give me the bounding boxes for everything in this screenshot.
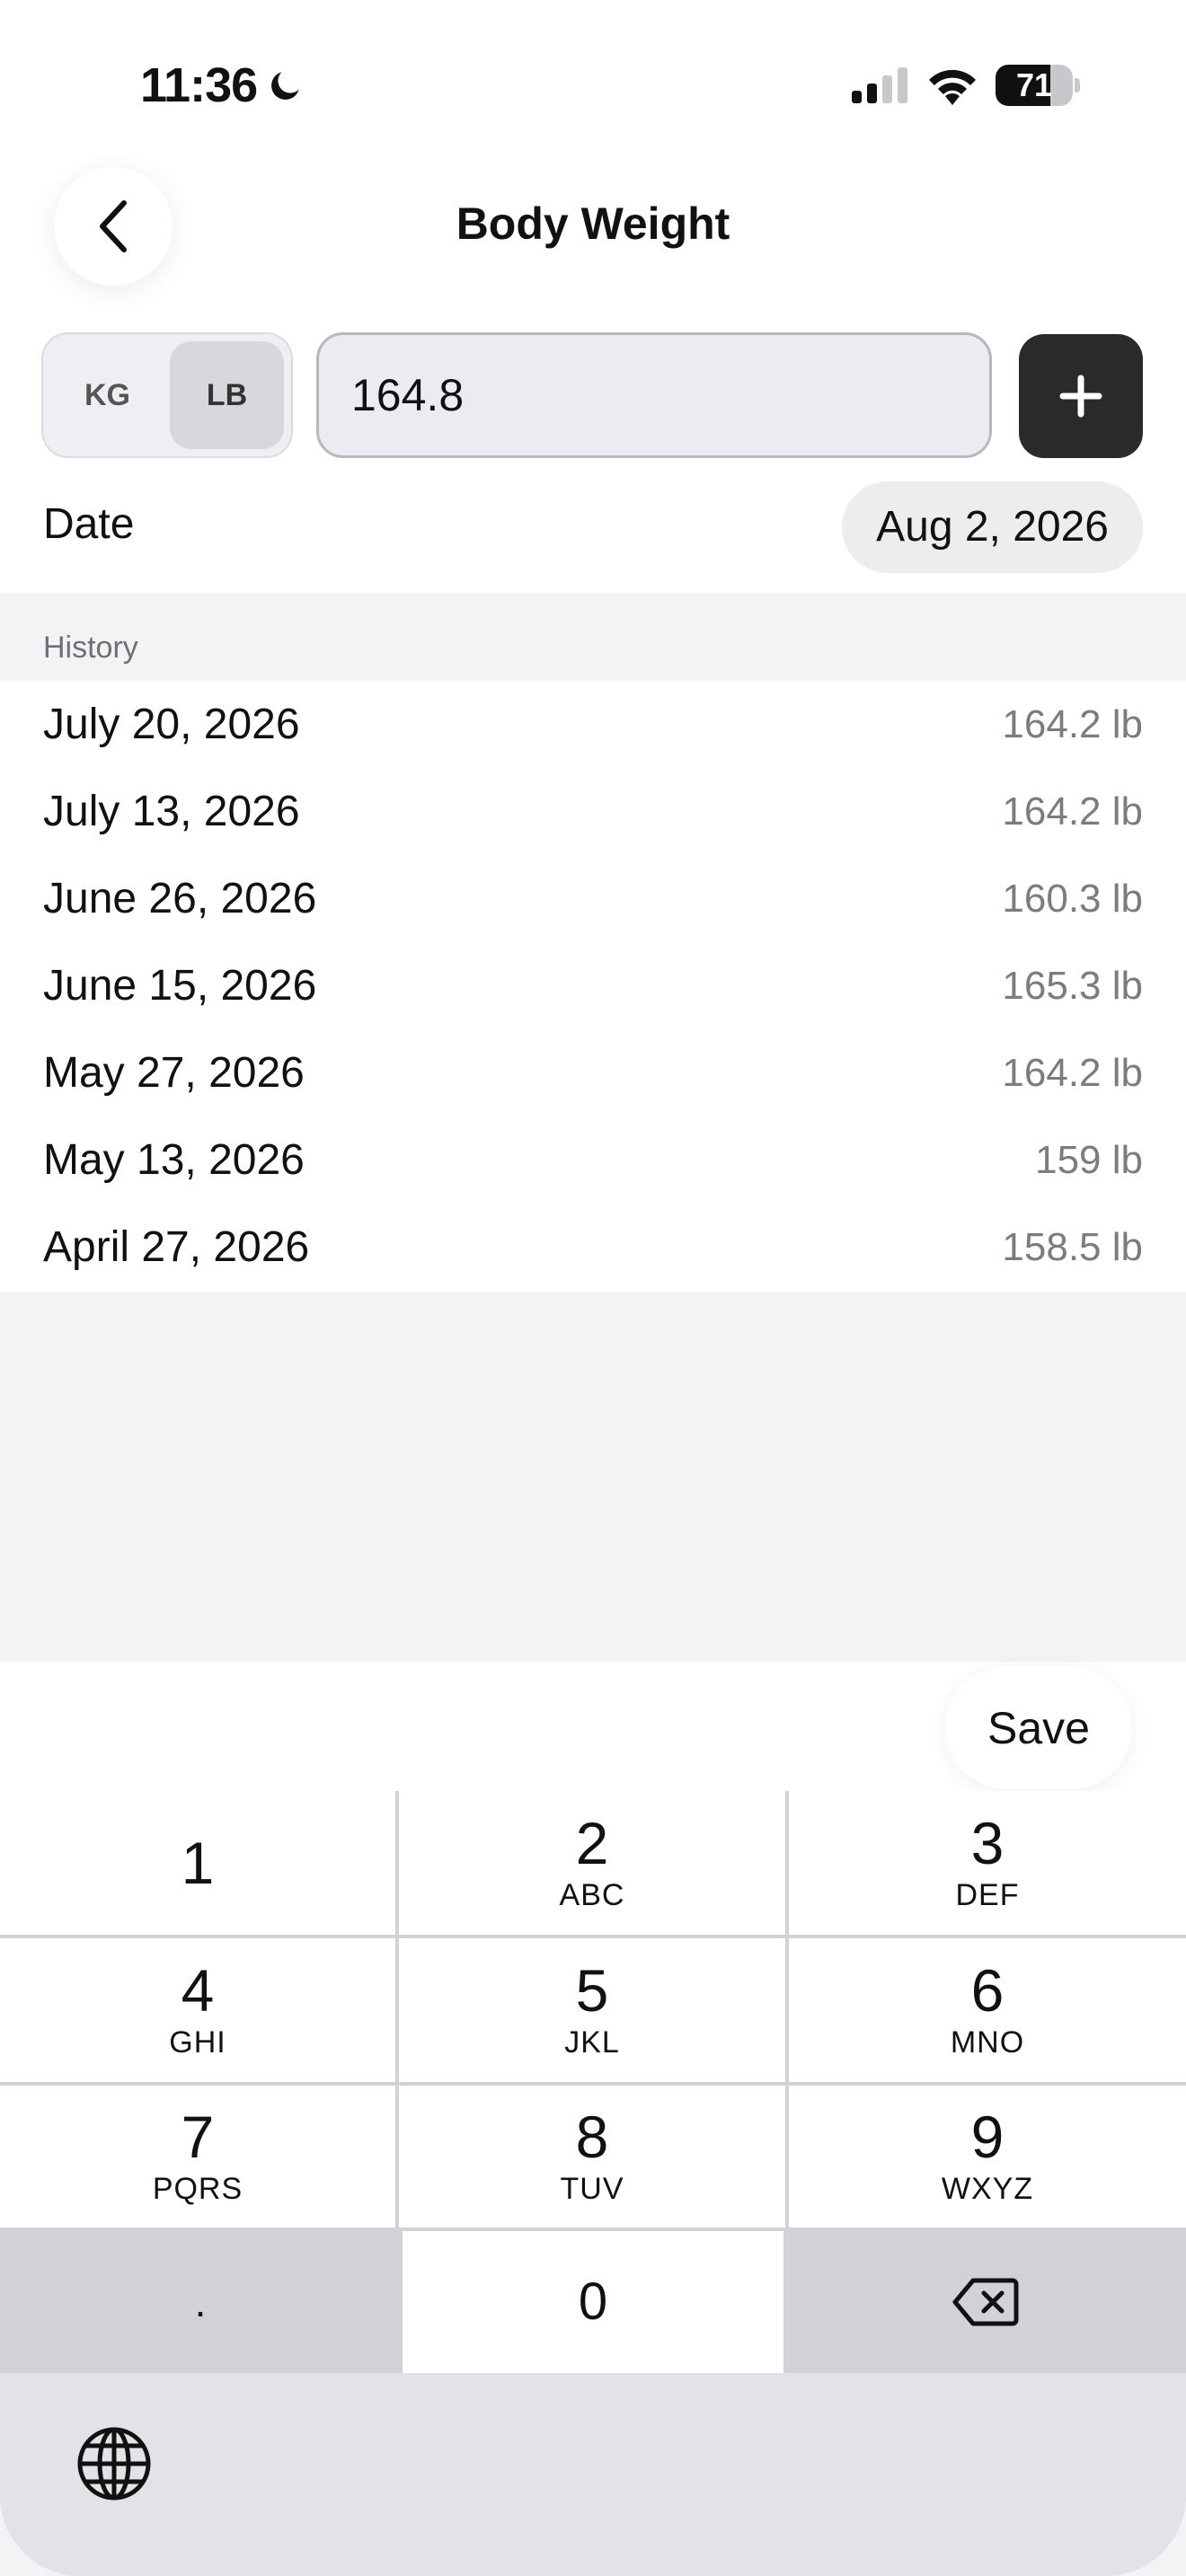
history-list: July 20, 2026 164.2 lb July 13, 2026 164…: [0, 681, 1186, 1292]
key-9[interactable]: 9 WXYZ: [789, 2086, 1186, 2228]
history-date: June 26, 2026: [43, 875, 317, 922]
status-time-text: 11:36: [140, 58, 258, 112]
key-number: 4: [181, 1956, 215, 2024]
plus-icon: [1059, 375, 1102, 418]
history-weight: 164.2 lb: [1002, 1050, 1143, 1095]
key-5[interactable]: 5 JKL: [399, 1938, 785, 2082]
globe-icon[interactable]: [74, 2423, 155, 2504]
key-0[interactable]: 0: [403, 2231, 783, 2373]
history-row[interactable]: April 27, 2026 158.5 lb: [0, 1204, 1186, 1291]
add-button[interactable]: [1019, 334, 1143, 458]
key-4[interactable]: 4 GHI: [0, 1938, 395, 2082]
key-number: 1: [181, 1830, 215, 1896]
history-header: History: [43, 631, 138, 665]
key-number: .: [194, 2279, 207, 2325]
history-weight: 158.5 lb: [1002, 1224, 1143, 1269]
key-number: 9: [970, 2103, 1005, 2170]
history-row[interactable]: May 27, 2026 164.2 lb: [0, 1029, 1186, 1116]
key-number: 0: [578, 2272, 608, 2331]
battery-icon: 71: [996, 65, 1080, 106]
key-number: 3: [970, 1809, 1005, 1876]
history-date: May 27, 2026: [43, 1049, 305, 1097]
history-row[interactable]: July 13, 2026 164.2 lb: [0, 768, 1186, 855]
history-row[interactable]: June 26, 2026 160.3 lb: [0, 855, 1186, 942]
number-keypad: 1 2 ABC 3 DEF 4 GHI 5 JKL 6 MNO 7 PQRS 8…: [0, 1791, 1186, 2576]
keyboard-bottom-bar: [0, 2373, 1186, 2576]
date-picker-button[interactable]: Aug 2, 2026: [842, 481, 1143, 573]
history-weight: 159 lb: [1035, 1137, 1143, 1182]
key-decimal[interactable]: .: [0, 2231, 401, 2373]
wifi-icon: [929, 69, 976, 105]
unit-option-lb[interactable]: LB: [170, 341, 284, 449]
history-date: July 20, 2026: [43, 701, 300, 748]
history-weight: 164.2 lb: [1002, 701, 1143, 746]
key-letters: JKL: [564, 2025, 620, 2060]
key-letters: GHI: [169, 2025, 226, 2060]
key-7[interactable]: 7 PQRS: [0, 2086, 395, 2228]
unit-option-kg[interactable]: KG: [50, 341, 164, 449]
key-number: 6: [970, 1956, 1005, 2024]
status-indicators: 71: [852, 65, 1080, 106]
key-delete[interactable]: [785, 2231, 1186, 2373]
battery-level: 71: [1015, 66, 1053, 103]
key-letters: DEF: [955, 1877, 1020, 1912]
key-letters: MNO: [950, 2025, 1025, 2060]
key-8[interactable]: 8 TUV: [399, 2086, 785, 2228]
history-date: May 13, 2026: [43, 1136, 305, 1184]
delete-backspace-icon: [952, 2278, 1019, 2326]
key-letters: TUV: [560, 2171, 624, 2206]
key-number: 7: [181, 2103, 215, 2170]
cellular-signal-icon: [852, 67, 907, 103]
history-date: June 15, 2026: [43, 962, 317, 1010]
key-3[interactable]: 3 DEF: [789, 1791, 1186, 1935]
status-time: 11:36: [140, 57, 305, 113]
key-6[interactable]: 6 MNO: [789, 1938, 1186, 2082]
history-date: July 13, 2026: [43, 788, 300, 835]
history-weight: 164.2 lb: [1002, 789, 1143, 834]
unit-segmented-control: KG LB: [41, 332, 293, 458]
key-letters: ABC: [559, 1877, 625, 1912]
date-label: Date: [43, 500, 135, 548]
history-weight: 165.3 lb: [1002, 963, 1143, 1008]
history-row[interactable]: May 13, 2026 159 lb: [0, 1116, 1186, 1204]
history-date: April 27, 2026: [43, 1223, 310, 1271]
save-button[interactable]: Save: [945, 1667, 1132, 1789]
key-letters: PQRS: [152, 2171, 243, 2206]
history-row[interactable]: June 15, 2026 165.3 lb: [0, 942, 1186, 1029]
page-title: Body Weight: [456, 198, 730, 249]
history-weight: 160.3 lb: [1002, 876, 1143, 921]
key-number: 2: [575, 1809, 609, 1876]
moon-icon: [271, 72, 299, 100]
key-2[interactable]: 2 ABC: [399, 1791, 785, 1935]
history-row[interactable]: July 20, 2026 164.2 lb: [0, 681, 1186, 768]
key-1[interactable]: 1: [0, 1791, 395, 1935]
key-letters: WXYZ: [941, 2171, 1034, 2206]
key-number: 8: [575, 2103, 609, 2170]
weight-input[interactable]: [316, 332, 992, 458]
key-number: 5: [575, 1956, 609, 2024]
